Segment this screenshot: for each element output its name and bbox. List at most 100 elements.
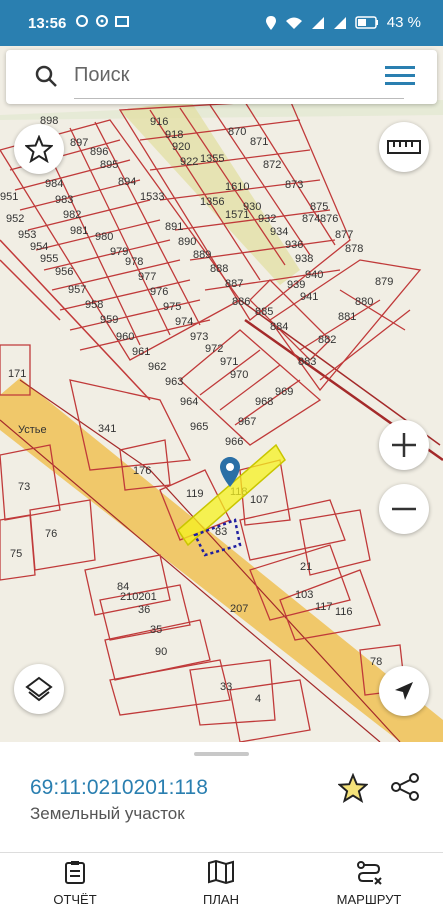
svg-text:341: 341 [98,423,116,435]
svg-text:968: 968 [255,396,273,408]
signal-icon [311,16,324,29]
plus-icon [392,433,416,457]
svg-text:920: 920 [172,141,190,153]
battery-icon [355,16,378,29]
svg-text:207: 207 [230,603,248,615]
svg-text:883: 883 [298,356,316,368]
svg-text:83: 83 [215,526,227,538]
svg-text:973: 973 [190,331,208,343]
svg-text:966: 966 [225,436,243,448]
svg-text:880: 880 [355,296,373,308]
svg-text:119: 119 [186,488,204,500]
favorite-star-icon[interactable] [337,772,369,808]
svg-text:959: 959 [100,314,118,326]
menu-icon[interactable] [385,65,415,92]
svg-text:958: 958 [85,299,103,311]
nav-report-label: ОТЧЁТ [53,892,97,907]
svg-text:972: 972 [205,343,223,355]
svg-text:984: 984 [45,178,63,190]
share-icon[interactable] [390,772,420,807]
svg-text:878: 878 [345,243,363,255]
nav-route-label: МАРШРУТ [336,892,402,907]
cadastral-number[interactable]: 69:11:0210201:118 [30,776,208,800]
svg-text:965: 965 [190,421,208,433]
chat-icon [76,15,88,27]
svg-text:176: 176 [133,465,151,477]
navigation-arrow-icon [395,682,413,700]
svg-text:870: 870 [228,126,246,138]
my-location-button[interactable] [379,666,429,716]
sync-icon [96,15,108,27]
svg-text:952: 952 [6,213,24,225]
svg-text:962: 962 [148,361,166,373]
svg-text:971: 971 [220,356,238,368]
svg-text:874: 874 [302,213,320,225]
locality-label: Устье [18,424,47,436]
svg-text:982: 982 [63,209,81,221]
svg-text:884: 884 [270,321,288,333]
svg-text:936: 936 [285,239,303,251]
svg-text:941: 941 [300,291,318,303]
zoom-in-button[interactable] [379,420,429,470]
svg-text:967: 967 [238,416,256,428]
svg-text:974: 974 [175,316,193,328]
svg-text:887: 887 [225,278,243,290]
svg-text:107: 107 [250,494,268,506]
search-input[interactable]: Поиск [74,62,404,99]
route-icon [357,861,382,885]
search-bar[interactable]: Поиск [6,50,437,104]
svg-text:964: 964 [180,396,198,408]
ruler-icon [387,140,421,154]
svg-text:885: 885 [255,306,273,318]
svg-text:875: 875 [310,201,328,213]
svg-text:876: 876 [320,213,338,225]
svg-text:957: 957 [68,284,86,296]
zoom-out-button[interactable] [379,484,429,534]
svg-text:116: 116 [335,606,353,618]
location-icon [265,15,276,30]
svg-text:981: 981 [70,225,88,237]
svg-text:983: 983 [55,194,73,206]
signal-icon-2 [333,16,346,29]
svg-text:922: 922 [180,156,198,168]
nav-plan-label: ПЛАН [203,892,239,907]
svg-text:895: 895 [100,159,118,171]
svg-text:886: 886 [232,296,250,308]
object-info-sheet[interactable]: 69:11:0210201:118 Земельный участок [0,742,443,850]
map-canvas[interactable]: 898897896 895894 984983982 981 980979 978… [0,46,443,742]
svg-text:938: 938 [295,253,313,265]
svg-text:103: 103 [295,589,313,601]
bottom-nav: ОТЧЁТ ПЛАН МАРШРУТ [0,852,443,911]
svg-text:889: 889 [193,249,211,261]
layers-button[interactable] [14,664,64,714]
block-label: 210201 [120,591,157,603]
svg-text:90: 90 [155,646,167,658]
svg-text:872: 872 [263,159,281,171]
cadastral-map[interactable]: 898 897 896 895 894 984 983 982 981 980 979 978… [0,46,443,742]
svg-text:879: 879 [375,276,393,288]
svg-text:916: 916 [150,116,168,128]
sheet-handle[interactable] [194,752,249,756]
svg-text:35: 35 [150,624,162,636]
ruler-button[interactable] [379,122,429,172]
star-outline-icon [25,135,53,163]
svg-text:963: 963 [165,376,183,388]
svg-text:897: 897 [70,137,88,149]
svg-text:73: 73 [18,481,30,493]
svg-text:21: 21 [300,561,312,573]
minus-icon [392,507,416,511]
wifi-icon [285,17,302,29]
nav-plan[interactable]: ПЛАН [166,859,276,907]
svg-text:1356: 1356 [200,196,224,208]
svg-text:978: 978 [125,256,143,268]
svg-text:976: 976 [150,286,168,298]
svg-text:970: 970 [230,369,248,381]
svg-text:932: 932 [258,213,276,225]
svg-text:977: 977 [138,271,156,283]
search-icon[interactable] [34,64,58,93]
nav-report[interactable]: ОТЧЁТ [20,859,130,907]
clipboard-icon [65,861,85,884]
nav-route[interactable]: МАРШРУТ [314,859,424,907]
svg-text:171: 171 [8,368,26,380]
favorite-button[interactable] [14,124,64,174]
